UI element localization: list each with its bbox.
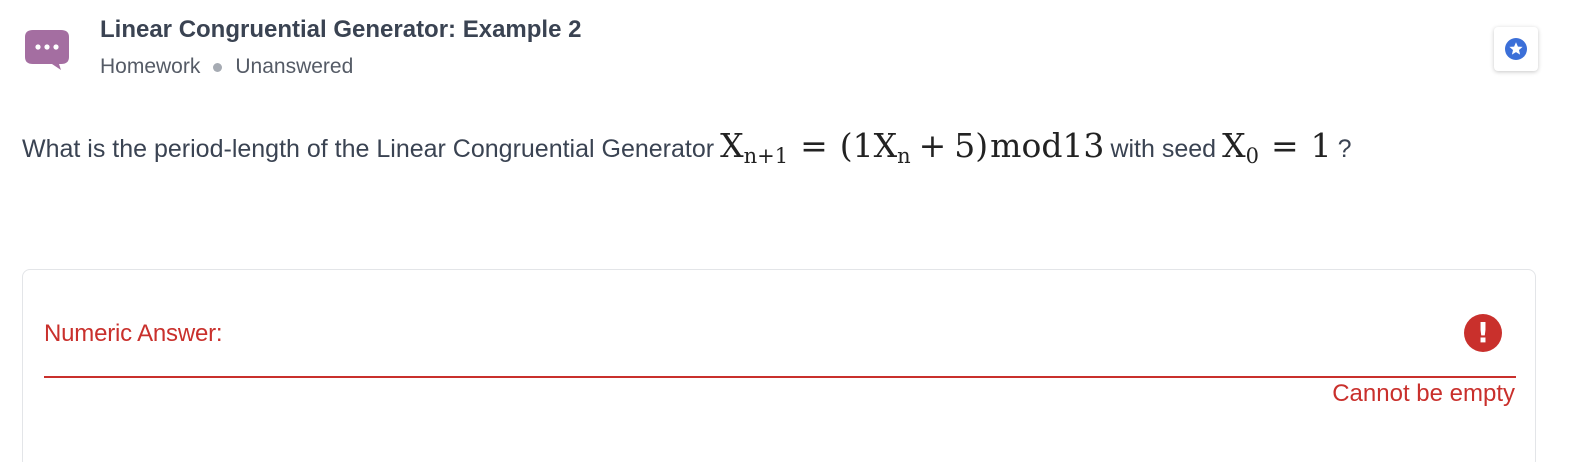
lcg-formula: Xn+1 = (1Xn +5)mod13: [720, 126, 1105, 168]
seed-equals: =: [1270, 126, 1299, 165]
formula-mod: mod13: [990, 126, 1105, 165]
category-label: Homework: [100, 55, 201, 78]
seed-sub: 0: [1245, 144, 1259, 168]
speech-bubble-ellipsis-icon: [21, 27, 73, 71]
formula-tail: 5): [954, 126, 989, 165]
numeric-answer-field[interactable]: Numeric Answer: !: [44, 308, 1516, 378]
seed-var: X: [1222, 126, 1246, 165]
seed-formula: X0 = 1: [1222, 126, 1332, 168]
formula-mid-sub: n: [897, 144, 911, 168]
error-icon: !: [1464, 314, 1502, 352]
formula-lhs-var: X: [720, 126, 744, 165]
status-label: Unanswered: [235, 55, 354, 78]
question-text: What is the period-length of the Linear …: [22, 126, 1352, 176]
question-page: Linear Congruential Generator: Example 2…: [0, 0, 1572, 462]
formula-plus: +: [918, 126, 947, 165]
question-header: Linear Congruential Generator: Example 2…: [100, 14, 581, 80]
separator-dot: [213, 62, 223, 72]
star-badge-icon: [1505, 38, 1527, 60]
question-meta: Homework Unanswered: [100, 54, 581, 80]
seed-value: 1: [1310, 126, 1332, 165]
error-message: Cannot be empty: [1332, 380, 1515, 407]
numeric-answer-input[interactable]: [44, 308, 1448, 376]
formula-lhs-sub: n+1: [743, 144, 789, 168]
answer-card: Numeric Answer: ! Cannot be empty: [22, 269, 1536, 462]
formula-equals: =: [800, 126, 828, 165]
formula-paren-open: (1X: [839, 126, 898, 165]
page-title: Linear Congruential Generator: Example 2: [100, 16, 582, 43]
question-prefix: What is the period-length of the Linear …: [22, 135, 715, 163]
question-suffix: ?: [1337, 135, 1352, 163]
favorite-button[interactable]: [1494, 27, 1538, 71]
question-middle: with seed: [1110, 135, 1217, 163]
